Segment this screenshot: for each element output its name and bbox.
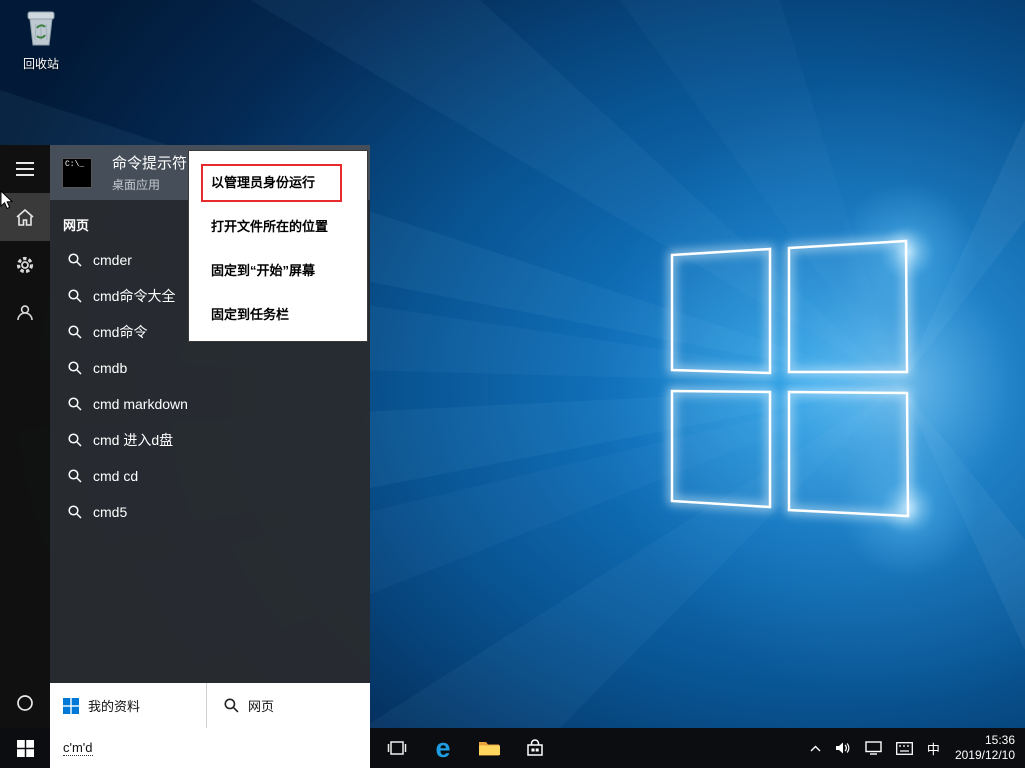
windows-flag-icon xyxy=(16,739,34,757)
web-section-header: 网页 xyxy=(63,218,90,233)
taskbar-icons: e xyxy=(374,728,558,768)
search-icon xyxy=(68,289,82,303)
user-icon xyxy=(17,305,33,321)
search-input[interactable]: c'm'd xyxy=(50,728,370,768)
search-icon xyxy=(68,325,82,339)
nav-account-button[interactable] xyxy=(0,289,50,337)
task-view-icon xyxy=(387,741,407,755)
folder-icon xyxy=(479,742,500,756)
touch-keyboard-button[interactable] xyxy=(889,728,920,768)
top-result-subtitle: 桌面应用 xyxy=(112,178,161,192)
menu-item-pin-to-start[interactable]: 固定到“开始”屏幕 xyxy=(189,247,367,291)
taskbar: c'm'd e 中 15:36 2019/12/10 xyxy=(0,728,1025,768)
system-tray: 中 15:36 2019/12/10 xyxy=(803,728,1025,768)
my-stuff-label: 我的资料 xyxy=(88,699,141,714)
menu-item-run-as-admin[interactable]: 以管理员身份运行 xyxy=(189,159,367,203)
search-icon xyxy=(68,433,82,447)
web-button[interactable]: 网页 xyxy=(207,683,370,728)
suggestion-item[interactable]: cmd markdown xyxy=(50,386,370,422)
suggestion-label: cmd命令 xyxy=(93,324,148,340)
task-view-button[interactable] xyxy=(374,728,420,768)
desktop: 回收站 C:\_ 命令提示符 桌面应用 网页 cmder cmd命令大全 cmd… xyxy=(0,0,1025,768)
mouse-cursor xyxy=(0,190,14,210)
suggestion-label: cmd markdown xyxy=(93,396,188,412)
chevron-up-icon xyxy=(810,745,821,751)
network-icon xyxy=(865,741,882,755)
top-result-title: 命令提示符 xyxy=(112,155,188,172)
keyboard-icon xyxy=(895,741,913,755)
store-button[interactable] xyxy=(512,728,558,768)
network-button[interactable] xyxy=(858,728,889,768)
ime-indicator[interactable]: 中 xyxy=(920,728,947,768)
context-menu: 以管理员身份运行 打开文件所在的位置 固定到“开始”屏幕 固定到任务栏 xyxy=(188,150,368,342)
hamburger-menu-button[interactable] xyxy=(0,145,50,193)
hamburger-icon xyxy=(16,162,34,176)
windows-flag-icon xyxy=(63,697,79,714)
start-search-panel: C:\_ 命令提示符 桌面应用 网页 cmder cmd命令大全 cmd命令 c… xyxy=(0,145,370,728)
search-icon xyxy=(224,698,239,713)
clock-time: 15:36 xyxy=(984,733,1015,747)
speaker-icon xyxy=(835,742,850,754)
menu-item-open-file-location[interactable]: 打开文件所在的位置 xyxy=(189,203,367,247)
command-prompt-icon: C:\_ xyxy=(62,157,92,188)
suggestion-label: cmder xyxy=(93,252,132,268)
suggestion-item[interactable]: cmd5 xyxy=(50,494,370,530)
search-icon xyxy=(68,253,82,267)
search-icon xyxy=(68,361,82,375)
search-icon xyxy=(68,397,82,411)
clock-date: 2019/12/10 xyxy=(954,748,1015,762)
search-icon xyxy=(68,505,82,519)
nav-settings-button[interactable] xyxy=(0,241,50,289)
volume-button[interactable] xyxy=(828,728,858,768)
recycle-bin-icon xyxy=(27,11,55,46)
menu-item-pin-to-taskbar[interactable]: 固定到任务栏 xyxy=(189,291,367,335)
gear-icon xyxy=(16,256,34,274)
recycle-bin-label: 回收站 xyxy=(22,57,59,71)
power-icon xyxy=(17,695,33,711)
suggestion-label: cmdb xyxy=(93,360,128,376)
start-button[interactable] xyxy=(0,728,50,768)
web-button-label: 网页 xyxy=(248,699,275,714)
taskbar-clock[interactable]: 15:36 2019/12/10 xyxy=(947,733,1015,763)
suggestion-item[interactable]: cmd 进入d盘 xyxy=(50,422,370,458)
suggestion-label: cmd 进入d盘 xyxy=(93,432,174,448)
file-explorer-button[interactable] xyxy=(466,728,512,768)
start-nav-rail xyxy=(0,145,50,728)
suggestion-label: cmd命令大全 xyxy=(93,288,176,304)
suggestion-item[interactable]: cmdb xyxy=(50,350,370,386)
my-stuff-button[interactable]: 我的资料 xyxy=(50,683,207,728)
recycle-bin-shortcut[interactable]: 回收站 xyxy=(12,8,70,72)
home-icon xyxy=(16,208,34,226)
search-icon xyxy=(68,469,82,483)
suggestion-label: cmd5 xyxy=(93,504,128,520)
edge-browser-button[interactable]: e xyxy=(420,728,466,768)
search-footer: 我的资料 网页 xyxy=(50,683,370,728)
nav-power-button[interactable] xyxy=(0,679,50,727)
edge-icon: e xyxy=(435,732,451,763)
tray-overflow-button[interactable] xyxy=(803,728,828,768)
search-input-value: c'm'd xyxy=(63,740,93,756)
store-bag-icon xyxy=(527,739,543,756)
suggestion-label: cmd cd xyxy=(93,468,139,484)
suggestion-item[interactable]: cmd cd xyxy=(50,458,370,494)
